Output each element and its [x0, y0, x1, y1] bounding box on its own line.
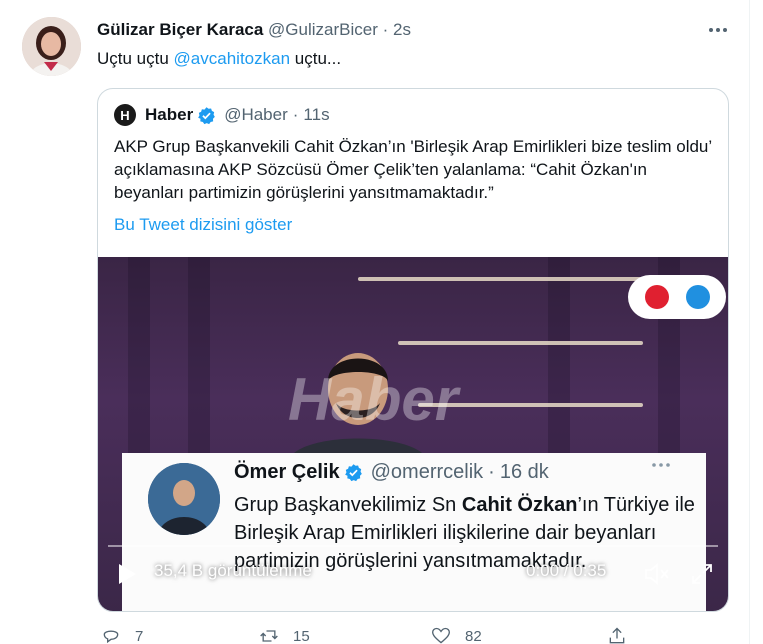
embedded-name: Ömer Çelik [234, 461, 340, 483]
embedded-avatar [148, 463, 220, 535]
curtain-fold [548, 257, 570, 467]
tweet[interactable]: Gülizar Biçer Karaca @GulizarBicer · 2s … [0, 0, 750, 644]
video-progress-bar[interactable] [108, 545, 718, 547]
display-name[interactable]: Gülizar Biçer Karaca [97, 20, 263, 39]
timestamp[interactable]: 2s [393, 20, 411, 39]
separator: · [488, 461, 495, 483]
mention-link[interactable]: @avcahitozkan [174, 49, 291, 68]
retweet-count: 15 [293, 627, 310, 644]
embedded-time: 16 dk [499, 461, 549, 483]
avatar[interactable] [22, 17, 81, 76]
retweet-button[interactable]: 15 [259, 626, 310, 644]
share-icon [609, 627, 625, 644]
video-watermark: Haber [288, 366, 459, 433]
quoted-tweet-header: H Haber @Haber · 11s [114, 104, 330, 126]
tweet-header: Gülizar Biçer Karaca @GulizarBicer · 2s [97, 20, 411, 40]
red-dot-icon [644, 285, 669, 309]
embedded-handle: @omerrcelik [370, 461, 484, 483]
view-count: 35,4 B görüntülenme [154, 561, 312, 580]
reply-button[interactable]: 7 [101, 626, 143, 644]
quoted-handle[interactable]: @Haber [224, 105, 288, 125]
reply-icon [103, 630, 119, 644]
tweet-text-end: uçtu... [290, 49, 342, 68]
heart-icon [431, 627, 451, 644]
tweet-actions: 7 15 82 [97, 626, 637, 644]
video-timecode: 0:00 / 0:35 [526, 561, 607, 580]
video-player[interactable]: Haber Ömer Çelik @omerrcelik · 16 dk Gru… [98, 257, 728, 611]
separator: · [382, 20, 389, 39]
quoted-timestamp[interactable]: 11s [303, 105, 329, 125]
verified-badge-icon [344, 463, 363, 482]
curtain-fold [188, 257, 210, 467]
embedded-text-bold: Cahit Özkan [461, 494, 578, 516]
play-icon[interactable] [116, 563, 138, 585]
quoted-tweet-text: AKP Grup Başkanvekili Cahit Özkan’ın 'Bi… [114, 137, 712, 202]
separator: · [292, 105, 299, 124]
channel-logo-icon [628, 275, 726, 319]
quoted-tweet[interactable]: H Haber @Haber · 11s AKP Grup Başkanveki… [97, 88, 729, 612]
quoted-avatar[interactable]: H [114, 104, 136, 126]
share-button[interactable] [607, 626, 641, 644]
like-count: 82 [465, 627, 482, 644]
like-button[interactable]: 82 [431, 626, 482, 644]
volume-muted-icon[interactable] [644, 562, 670, 586]
embedded-tweet-card: Ömer Çelik @omerrcelik · 16 dk Grup Başk… [122, 453, 706, 611]
fullscreen-icon[interactable] [690, 562, 714, 586]
tweet-text-start: Uçtu uçtu [97, 49, 174, 68]
verified-badge-icon [197, 106, 216, 125]
curtain-fold [128, 257, 150, 467]
embedded-text-start: Grup Başkanvekilimiz Sn [234, 494, 462, 516]
quoted-display-name[interactable]: Haber [145, 105, 193, 125]
retweet-icon [260, 630, 278, 642]
show-thread-link[interactable]: Bu Tweet dizisini göster [114, 215, 292, 235]
embedded-header: Ömer Çelik @omerrcelik · 16 dk [234, 461, 549, 484]
stage-light-stripe [398, 341, 643, 345]
more-horizontal-icon[interactable] [706, 20, 730, 40]
blue-dot-icon [685, 285, 710, 309]
stage-light-stripe [358, 277, 648, 281]
handle[interactable]: @GulizarBicer [268, 20, 378, 39]
reply-count: 7 [135, 627, 144, 644]
tweet-text: Uçtu uçtu @avcahitozkan uçtu... [97, 49, 341, 69]
more-horizontal-icon [650, 457, 672, 478]
